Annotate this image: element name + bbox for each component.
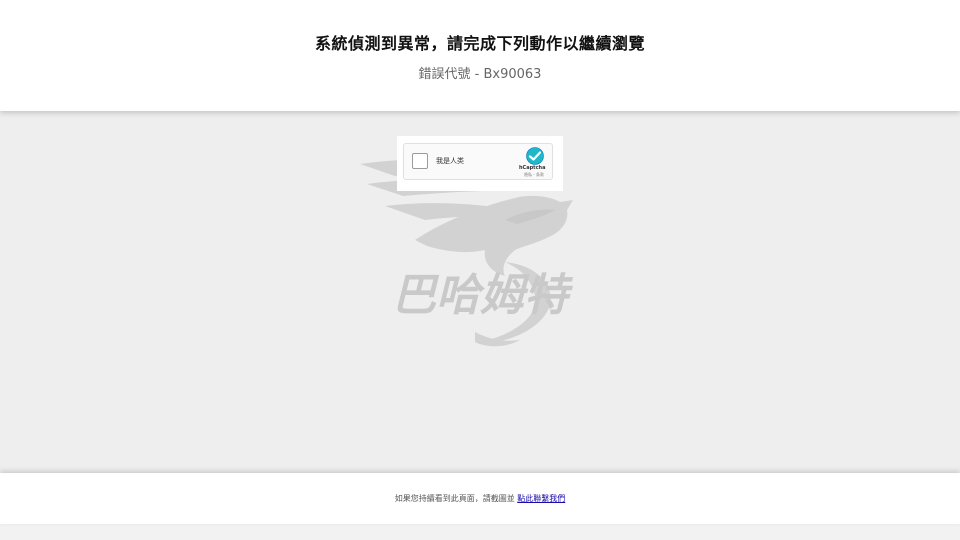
hcaptcha-widget: 我是人类 hCaptcha 隐私 - 条款 [403,143,553,180]
hcaptcha-links[interactable]: 隐私 - 条款 [524,172,544,178]
watermark-brand-text: 巴哈姆特 [392,270,574,321]
hcaptcha-logo-icon [526,147,544,165]
header: 系統偵測到異常，請完成下列動作以繼續瀏覽 錯誤代號 - Bx90063 [0,0,960,111]
captcha-card: 我是人类 hCaptcha 隐私 - 条款 [397,136,563,191]
captcha-checkbox-label: 我是人类 [436,157,464,165]
hcaptcha-brand: hCaptcha [519,165,546,171]
footer-message-row: 如果您持續看到此頁面，請截圖並 點此聯繫我們 [0,493,960,504]
page-title: 系統偵測到異常，請完成下列動作以繼續瀏覽 [314,34,645,53]
footer: 如果您持續看到此頁面，請截圖並 點此聯繫我們 [0,473,960,524]
footer-message: 如果您持續看到此頁面，請截圖並 [394,494,515,503]
error-code: 錯誤代號 - Bx90063 [418,67,542,82]
bottom-strip [0,524,960,540]
contact-us-link[interactable]: 點此聯繫我們 [517,494,565,503]
captcha-checkbox[interactable] [412,153,428,169]
